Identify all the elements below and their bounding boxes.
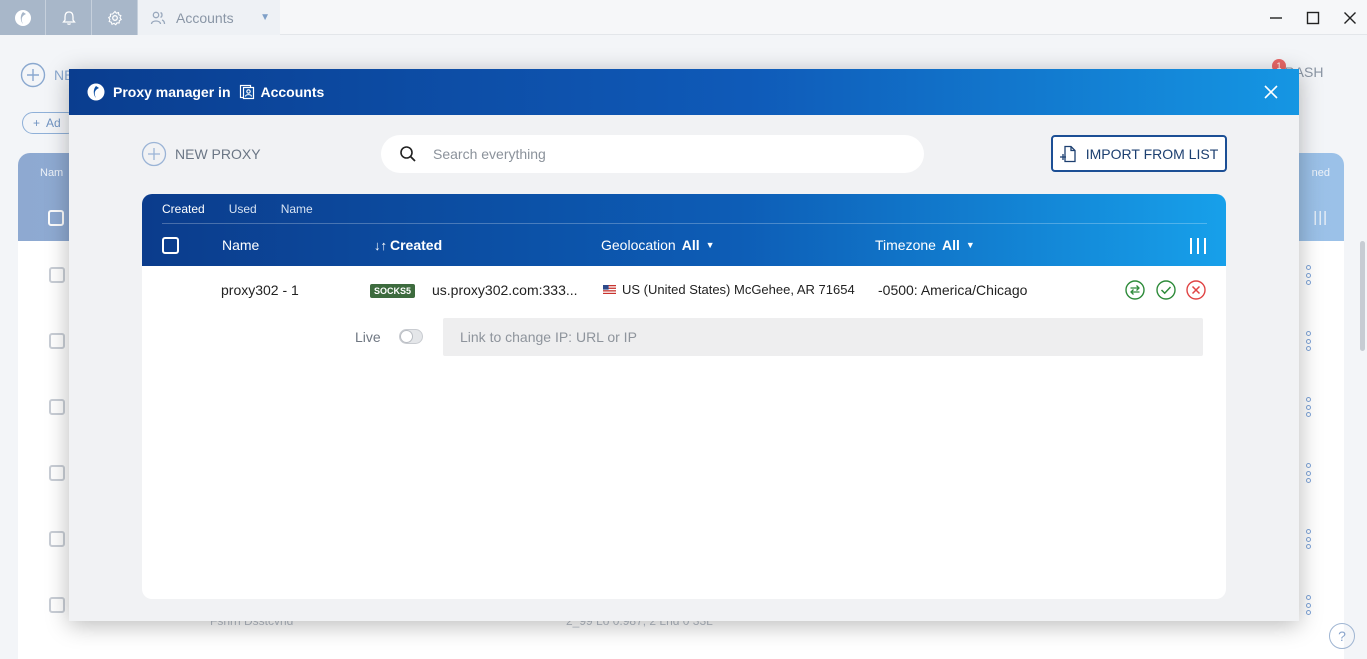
swap-icon[interactable]	[1125, 280, 1145, 300]
bg-new-button[interactable]: NE	[20, 62, 73, 88]
search-box[interactable]	[381, 135, 924, 173]
close-window-button[interactable]	[1330, 0, 1367, 35]
bg-header-right: ned	[1311, 167, 1330, 179]
column-name-label: Name	[222, 237, 260, 253]
new-proxy-button[interactable]: NEW PROXY	[141, 141, 261, 167]
plus-circle-icon	[141, 141, 167, 167]
plus-icon: +	[33, 116, 41, 130]
minimize-icon	[1270, 16, 1282, 19]
gear-icon	[107, 10, 122, 25]
modal-header: Proxy manager in Accounts	[69, 69, 1299, 115]
bg-columns-icon[interactable]: |||	[1313, 209, 1328, 226]
bg-add-chip-label: Ad	[46, 116, 61, 130]
search-icon	[400, 146, 416, 162]
sort-arrows-icon: ↓↑	[374, 237, 387, 253]
bg-row-menu-icon[interactable]	[1304, 463, 1312, 483]
title-bar: Accounts ▼	[0, 0, 1367, 35]
remove-circle-icon[interactable]	[1186, 280, 1206, 300]
app-logo-icon	[14, 9, 31, 26]
live-label: Live	[355, 329, 381, 345]
app-logo-icon	[87, 83, 105, 101]
modal-context: Accounts	[239, 84, 325, 100]
columns-settings-icon[interactable]	[1190, 238, 1206, 254]
sort-tab-created[interactable]: Created	[162, 202, 205, 216]
chevron-down-icon: ▼	[705, 240, 715, 250]
column-created-label: Created	[390, 237, 443, 253]
proxy-name: proxy302 - 1	[221, 282, 299, 298]
bg-row-checkbox[interactable]	[49, 531, 65, 547]
column-name[interactable]: Name	[222, 237, 259, 253]
sort-tab-used[interactable]: Used	[229, 202, 257, 216]
chevron-down-icon: ▼	[965, 240, 975, 250]
settings-button[interactable]	[92, 0, 138, 35]
bg-scrollbar[interactable]	[1360, 241, 1365, 351]
bell-icon	[61, 10, 76, 25]
tab-dropdown-icon[interactable]: ▼	[260, 12, 270, 23]
proxy-geo-text: US (United States) McGehee, AR 71654	[622, 282, 855, 297]
bg-row-checkbox[interactable]	[49, 333, 65, 349]
bg-select-all-checkbox[interactable]	[48, 210, 64, 226]
new-proxy-label: NEW PROXY	[175, 146, 261, 162]
bg-row-checkbox[interactable]	[49, 597, 65, 613]
proxy-geolocation: US (United States) McGehee, AR 71654	[603, 282, 855, 297]
bg-row-menu-icon[interactable]	[1304, 595, 1312, 615]
modal-context-label: Accounts	[260, 84, 325, 100]
column-tz-label: Timezone	[875, 237, 936, 253]
tz-filter-value: All	[941, 237, 960, 253]
app-logo-button[interactable]	[0, 0, 46, 35]
proxy-table: Created Used Name Name ↓↑ Created Geoloc…	[142, 194, 1226, 599]
proxy-manager-modal: Proxy manager in Accounts NEW PROXY Sear…	[69, 69, 1299, 621]
close-icon	[1264, 85, 1278, 99]
live-toggle[interactable]	[399, 329, 423, 344]
tab-accounts[interactable]: Accounts ▼	[138, 0, 280, 35]
modal-close-button[interactable]	[1261, 82, 1281, 102]
bg-row-checkbox[interactable]	[49, 399, 65, 415]
column-geo-label: Geolocation	[601, 237, 676, 253]
proxy-type-badge: SOCKS5	[370, 284, 416, 298]
tab-accounts-label: Accounts	[176, 9, 234, 26]
header-divider	[162, 223, 1207, 224]
maximize-icon	[1306, 11, 1320, 24]
bg-row-menu-icon[interactable]	[1304, 397, 1312, 417]
users-icon	[150, 11, 166, 24]
toggle-knob	[401, 331, 412, 342]
column-timezone[interactable]: Timezone All ▼	[875, 237, 975, 253]
change-ip-link-input[interactable]	[443, 318, 1203, 356]
geo-filter-value: All	[681, 237, 700, 253]
proxy-timezone: -0500: America/Chicago	[878, 282, 1028, 298]
plus-circle-icon	[20, 62, 46, 88]
maximize-button[interactable]	[1293, 0, 1333, 35]
column-created[interactable]: ↓↑ Created	[374, 237, 442, 253]
proxy-live-row: Live	[142, 318, 1226, 356]
bg-header-name: Nam	[40, 167, 64, 179]
close-icon	[1344, 11, 1356, 24]
bg-row-menu-icon[interactable]	[1304, 265, 1312, 285]
table-row[interactable]: proxy302 - 1 SOCKS5 us.proxy302.com:333.…	[142, 266, 1226, 314]
title-bar-icon-group	[0, 0, 138, 35]
proxy-table-header: Created Used Name Name ↓↑ Created Geoloc…	[142, 194, 1226, 266]
minimize-button[interactable]	[1256, 0, 1296, 35]
modal-title: Proxy manager in	[113, 84, 231, 100]
accounts-icon	[239, 84, 254, 100]
sort-tabs: Created Used Name	[162, 202, 313, 216]
bg-row-menu-icon[interactable]	[1304, 331, 1312, 351]
bg-row-checkbox[interactable]	[49, 465, 65, 481]
notifications-button[interactable]	[46, 0, 92, 35]
import-label: IMPORT FROM LIST	[1085, 145, 1219, 162]
search-input[interactable]	[433, 146, 873, 162]
check-circle-icon[interactable]	[1156, 280, 1176, 300]
select-all-checkbox[interactable]	[162, 237, 179, 254]
column-geolocation[interactable]: Geolocation All ▼	[601, 237, 715, 253]
import-from-list-button[interactable]: IMPORT FROM LIST	[1051, 135, 1227, 172]
proxy-host: us.proxy302.com:333...	[432, 282, 578, 298]
help-button[interactable]: ?	[1329, 623, 1355, 649]
us-flag-icon	[603, 285, 616, 295]
bg-row-checkbox[interactable]	[49, 267, 65, 283]
file-add-icon	[1059, 145, 1076, 162]
sort-tab-name[interactable]: Name	[281, 202, 313, 216]
bg-row-menu-icon[interactable]	[1304, 529, 1312, 549]
